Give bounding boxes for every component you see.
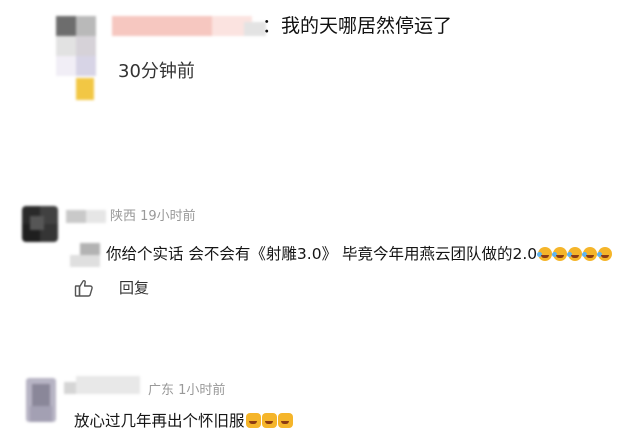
comment-timestamp: 30分钟前	[118, 61, 195, 82]
laughing-tears-emoji	[567, 247, 583, 261]
comment-location-time: 陕西 19小时前	[110, 209, 196, 224]
comment-body: 放心过几年再出个怀旧服	[74, 410, 293, 432]
laughing-tears-emoji	[597, 247, 613, 261]
laughing-tears-emoji	[537, 247, 553, 261]
avatar[interactable]	[26, 378, 56, 422]
comment-text: ：我的天哪居然停运了	[262, 15, 453, 37]
username-redacted[interactable]	[64, 376, 140, 396]
comment-body: 你给个实话 会不会有《射雕3.0》 毕竟今年用燕云团队做的2.0	[106, 243, 613, 265]
comment-text: 你给个实话 会不会有《射雕3.0》 毕竟今年用燕云团队做的2.0	[106, 245, 538, 263]
username-redacted[interactable]	[66, 210, 106, 223]
laughing-tears-emoji	[582, 247, 598, 261]
thumbs-up-icon[interactable]	[74, 278, 94, 298]
comment-location-time: 广东 1小时前	[148, 383, 226, 398]
avatar[interactable]	[50, 16, 96, 100]
emoji-group	[537, 245, 613, 263]
emoji-group	[245, 412, 293, 430]
username-redacted[interactable]	[112, 16, 266, 36]
reply-button[interactable]: 回复	[119, 278, 149, 298]
reply-target-redacted	[70, 243, 100, 267]
laughing-tears-emoji	[552, 247, 568, 261]
comment-text: 放心过几年再出个怀旧服	[74, 412, 245, 430]
avatar[interactable]	[22, 206, 58, 242]
